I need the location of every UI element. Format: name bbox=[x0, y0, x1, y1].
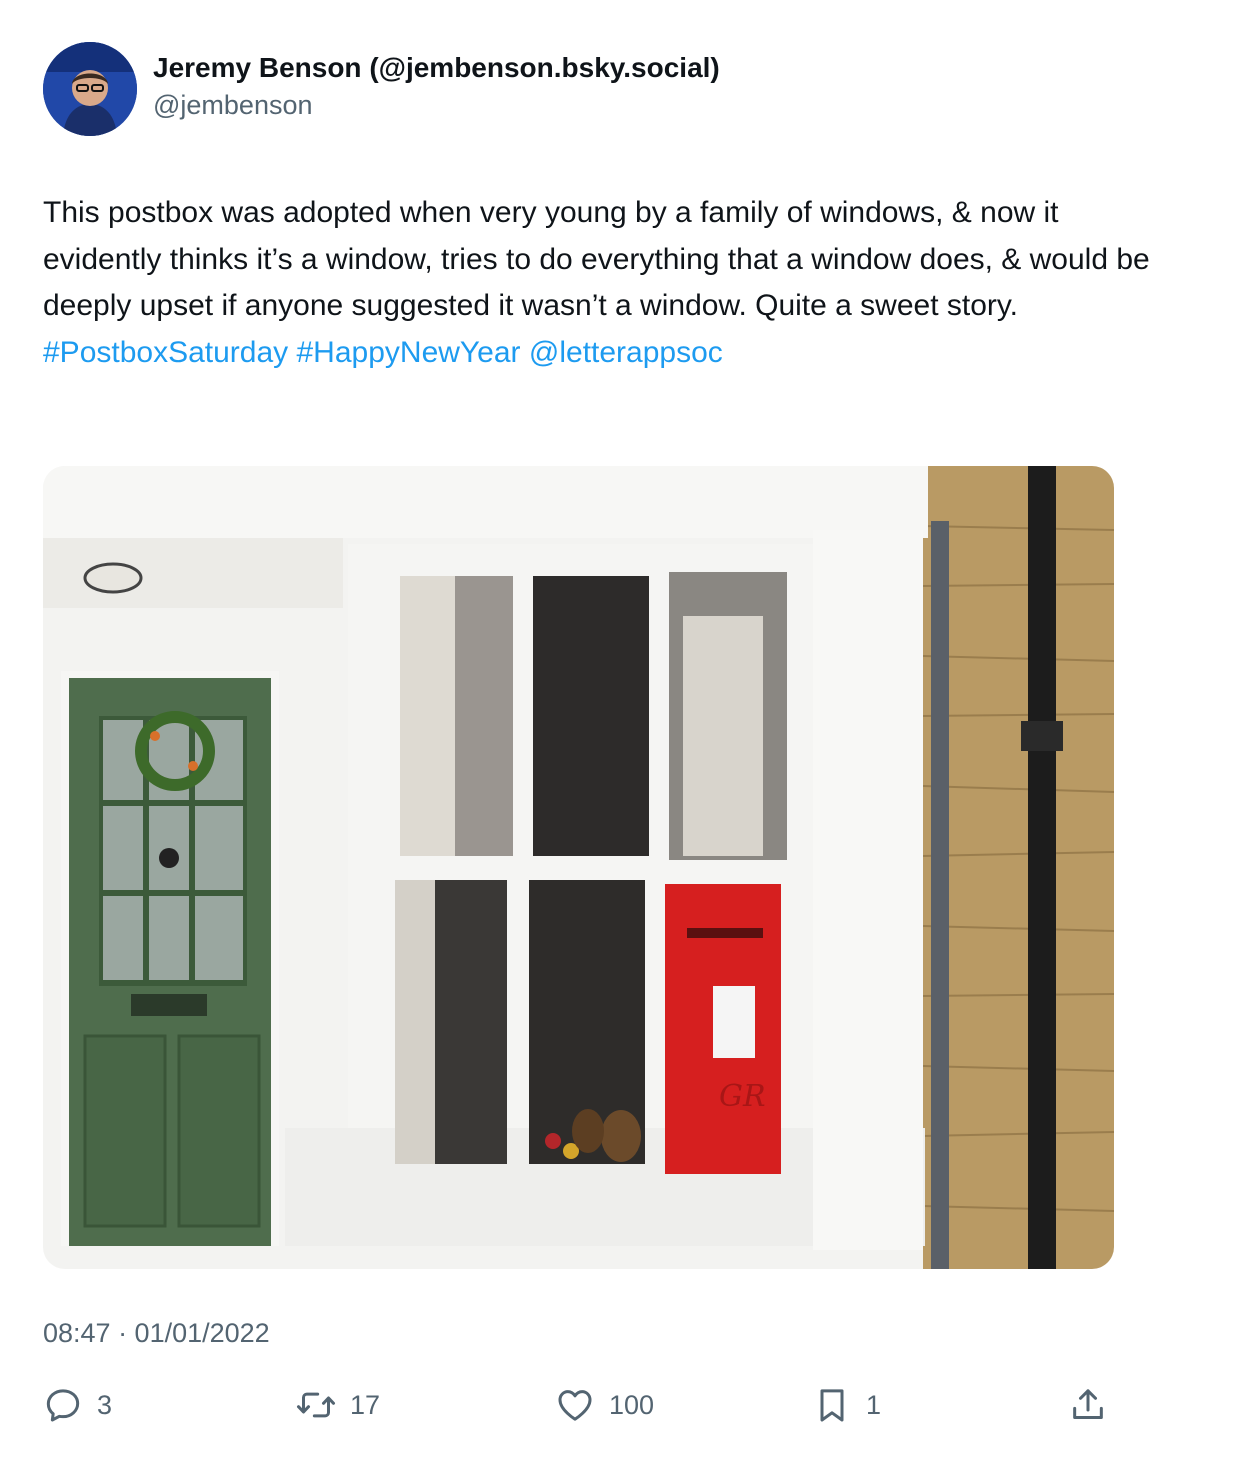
like-count: 100 bbox=[609, 1389, 655, 1420]
reply-icon bbox=[46, 1389, 80, 1422]
repost-button[interactable]: 17 bbox=[296, 1383, 380, 1427]
bookmark-button[interactable]: 1 bbox=[812, 1383, 881, 1427]
avatar-image bbox=[43, 42, 137, 136]
bookmark-icon bbox=[820, 1389, 844, 1422]
like-button[interactable]: 100 bbox=[555, 1383, 654, 1427]
share-icon bbox=[1073, 1389, 1103, 1419]
mention-link[interactable]: @letterappsoc bbox=[529, 336, 723, 369]
reply-count: 3 bbox=[97, 1389, 113, 1420]
tweet-timestamp[interactable]: 08:47 · 01/01/2022 bbox=[43, 1318, 270, 1349]
svg-text:GR: GR bbox=[719, 1079, 766, 1114]
tweet-body: This postbox was adopted when very young… bbox=[43, 196, 1150, 322]
author-handle[interactable]: @jembenson bbox=[153, 90, 313, 121]
share-button[interactable] bbox=[1068, 1383, 1108, 1427]
repost-count: 17 bbox=[350, 1389, 381, 1420]
author-display-name[interactable]: Jeremy Benson (@jembenson.bsky.social) bbox=[153, 52, 720, 84]
hashtag-link[interactable]: #HappyNewYear bbox=[297, 336, 521, 369]
repost-icon bbox=[297, 1392, 335, 1418]
reply-button[interactable]: 3 bbox=[43, 1383, 112, 1427]
author-avatar[interactable] bbox=[43, 42, 137, 136]
postbox-window-photo: GR bbox=[43, 466, 1114, 1269]
tweet-text: This postbox was adopted when very young… bbox=[43, 190, 1153, 376]
bookmark-count: 1 bbox=[866, 1389, 882, 1420]
tweet-tags: #PostboxSaturday #HappyNewYear @letterap… bbox=[43, 330, 1153, 377]
heart-icon bbox=[558, 1390, 592, 1421]
tweet-photo[interactable]: GR bbox=[43, 466, 1114, 1269]
hashtag-link[interactable]: #PostboxSaturday bbox=[43, 336, 288, 369]
